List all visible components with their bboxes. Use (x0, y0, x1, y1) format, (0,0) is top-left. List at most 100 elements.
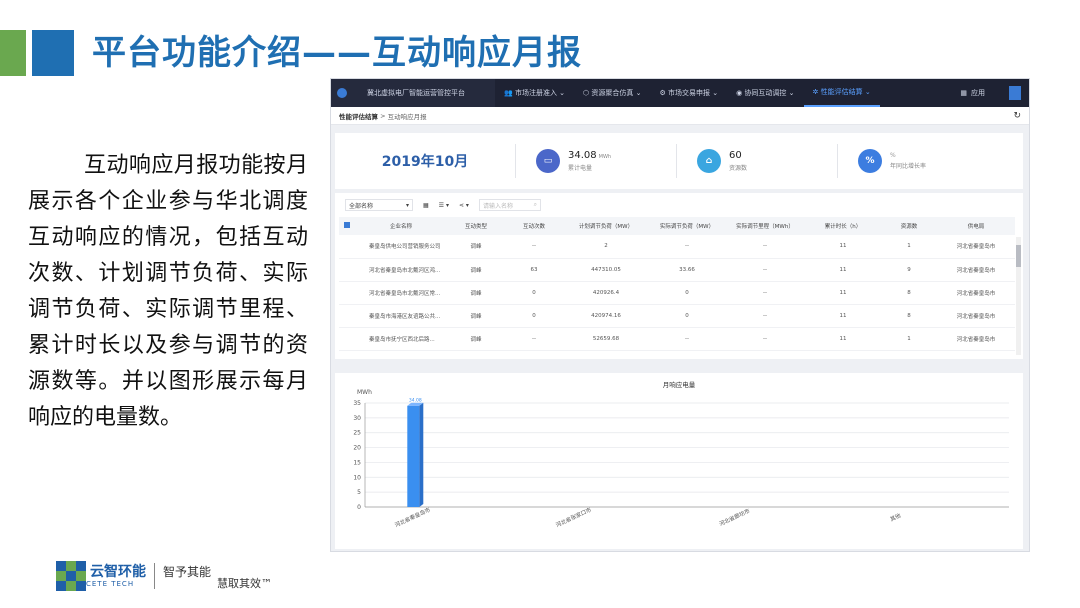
nav-item-aggregation[interactable]: ⬡ 资源聚合仿真 ⌄ (574, 79, 650, 107)
table-cell: 河北省秦皇岛市 (937, 235, 1015, 259)
table-header-row: 企业名称 互动类型 互动次数 计划调节负荷（MW） 实际调节负荷（MW） 实际调… (339, 217, 1015, 235)
table-row[interactable]: 秦皇岛供电公司营销服务公司 调峰 -- 2 -- -- 11 1 河北省秦皇岛市 (339, 235, 1015, 259)
y-tick-label: 30 (353, 415, 361, 422)
avatar[interactable] (1009, 86, 1021, 100)
app-title: 冀北虚拟电厂智能运营管控平台 (367, 89, 465, 97)
logo-name-cn: 云智环能 (90, 564, 146, 580)
stat-resources: ⌂ 60 资源数 (677, 149, 837, 173)
list-view-icon[interactable]: ☰ ▾ (439, 202, 449, 209)
nav-item-trading[interactable]: ⚙ 市场交易申报 ⌄ (650, 79, 727, 107)
nav-item-control[interactable]: ◉ 协同互动调控 ⌄ (727, 79, 803, 107)
column-header[interactable]: 互动次数 (505, 217, 563, 235)
percent-icon: % (858, 149, 882, 173)
nav-item-registration[interactable]: 👥 市场注册准入 ⌄ (495, 79, 574, 107)
row-checkbox[interactable] (339, 258, 355, 282)
table-cell: 11 (805, 327, 881, 351)
column-header[interactable]: 互动类型 (447, 217, 505, 235)
chevron-down-icon: ⌄ (862, 88, 871, 96)
table-row[interactable]: 秦皇岛市抚宁区西北后路... 调峰 -- 52659.68 -- -- 11 1 河北省秦皇岛市 (339, 327, 1015, 351)
row-checkbox[interactable] (339, 304, 355, 328)
nav-item-evaluation[interactable]: ✲ 性能评估结算 ⌄ (803, 79, 880, 107)
table-cell: 河北省秦皇岛市北戴河区鸿... (355, 258, 447, 282)
table-scrollbar[interactable] (1016, 237, 1021, 355)
table-cell: 33.66 (649, 258, 725, 282)
table-cell: 调峰 (447, 327, 505, 351)
y-tick-label: 15 (353, 459, 361, 466)
app-logo-icon (337, 88, 347, 98)
caret-down-icon: ▾ (405, 201, 409, 209)
table-cell: 0 (505, 281, 563, 305)
table-cell: 秦皇岛供电公司营销服务公司 (355, 235, 447, 259)
chevron-down-icon: ⌄ (710, 89, 719, 97)
table-row[interactable]: 秦皇岛市海港区友谊路公共... 调峰 0 420974.16 0 -- 11 8 河北省秦皇岛市 (339, 304, 1015, 328)
users-icon: 👥 (504, 89, 515, 97)
search-input[interactable]: 请输入名称 ⌕ (478, 199, 541, 211)
table-cell: 河北省秦皇岛市 (937, 304, 1015, 328)
search-icon: ⌕ (533, 201, 537, 208)
company-select[interactable]: 全部名称 ▾ (345, 199, 413, 211)
column-header[interactable]: 计划调节负荷（MW） (563, 217, 649, 235)
bar-chart: 0 5 10 15 20 25 30 35 34.08 河北省秦皇岛市 河北省张家口市 河北省廊坊市 其… (353, 398, 1009, 529)
table-cell: -- (505, 327, 563, 351)
month-label[interactable]: 2019年10月 (335, 151, 515, 171)
breadcrumb-item-current: 互动响应月报 (387, 112, 427, 121)
table-row[interactable]: 河北省秦皇岛市北戴河区鸿... 调峰 63 447310.05 33.66 -- 11 9 河北… (339, 258, 1015, 282)
resource-icon: ⌂ (697, 149, 721, 173)
summary-panel: 2019年10月 ▭ 34.08 MWh 累计电量 ⌂ 60 资源数 % % 年… (335, 133, 1023, 189)
title-accent-green (0, 30, 26, 76)
table-cell: 0 (649, 281, 725, 305)
stat-ratio: % % 年同比增长率 (838, 149, 998, 173)
column-header[interactable]: 企业名称 (355, 217, 447, 235)
report-table-panel: 全部名称 ▾ ▦ ☰ ▾ ⋖ ▾ 请输入名称 ⌕ 企业名称 互动类型 互动次数 计划… (335, 193, 1023, 359)
table-cell: 调峰 (447, 304, 505, 328)
refresh-icon[interactable]: ↻ (1013, 111, 1021, 121)
column-header[interactable]: 实际调节负荷（MW） (649, 217, 725, 235)
row-checkbox[interactable] (339, 281, 355, 305)
share-icon[interactable]: ⋖ ▾ (459, 202, 469, 209)
energy-unit: MWh (598, 154, 612, 160)
ratio-label: 年同比增长率 (890, 163, 927, 170)
bar-side (419, 402, 424, 507)
y-tick-label: 25 (353, 430, 361, 437)
table-cell: 调峰 (447, 235, 505, 259)
resources-label: 资源数 (729, 165, 748, 172)
y-tick-label: 5 (357, 489, 361, 496)
column-header[interactable]: 资源数 (881, 217, 937, 235)
table-row[interactable]: 河北省秦皇岛市北戴河区常... 调峰 0 420926.4 0 -- 11 8 河北省秦皇岛市 (339, 281, 1015, 305)
y-tick-label: 20 (353, 445, 361, 452)
apps-menu[interactable]: ▦ 应用 (960, 86, 1029, 100)
breadcrumb-item-root[interactable]: 性能评估结算 (339, 111, 378, 121)
table-cell: 11 (805, 281, 881, 305)
column-header[interactable]: 实际调节里程（MWh） (725, 217, 805, 235)
slide-title: 平台功能介绍——互动响应月报 (92, 33, 582, 73)
eye-icon: ◉ (736, 89, 745, 97)
chevron-down-icon: ⌄ (786, 89, 795, 97)
table-cell: 420974.16 (563, 304, 649, 328)
x-tick-label: 河北省廊坊市 (718, 506, 752, 527)
table-cell: -- (725, 327, 805, 351)
y-tick-label: 0 (357, 504, 361, 511)
column-header[interactable]: 累计时长（h） (805, 217, 881, 235)
logo-slogan-1: 智予其能 (163, 564, 212, 579)
resources-value: 60 (729, 150, 742, 161)
grid-view-icon[interactable]: ▦ (423, 202, 429, 209)
table-cell: -- (505, 235, 563, 259)
table-cell: -- (649, 327, 725, 351)
column-header[interactable]: 供电局 (937, 217, 1015, 235)
ratio-unit: % (890, 152, 896, 159)
stat-energy: ▭ 34.08 MWh 累计电量 (516, 149, 676, 173)
y-tick-label: 35 (353, 400, 361, 407)
select-all-checkbox[interactable] (339, 217, 355, 235)
table-cell: 河北省秦皇岛市 (937, 258, 1015, 282)
chart-panel: 月响应电量 MWh 0 5 10 15 20 25 30 35 34.08 河北省秦皇岛市 河北省张… (335, 373, 1023, 549)
table-cell: -- (725, 235, 805, 259)
row-checkbox[interactable] (339, 327, 355, 351)
table-cell: -- (725, 258, 805, 282)
table-cell: 调峰 (447, 281, 505, 305)
row-checkbox[interactable] (339, 235, 355, 259)
company-logo: 云智环能 CETE TECH 智予其能 慧取其效™ (56, 558, 272, 594)
breadcrumb: 性能评估结算 > 互动响应月报 ↻ (331, 107, 1029, 125)
slide-description: 互动响应月报功能按月展示各个企业参与华北调度互动响应的情况，包括互动次数、计划调… (28, 153, 308, 430)
table-cell: 447310.05 (563, 258, 649, 282)
app-brand: 冀北虚拟电厂智能运营管控平台 (331, 79, 495, 107)
